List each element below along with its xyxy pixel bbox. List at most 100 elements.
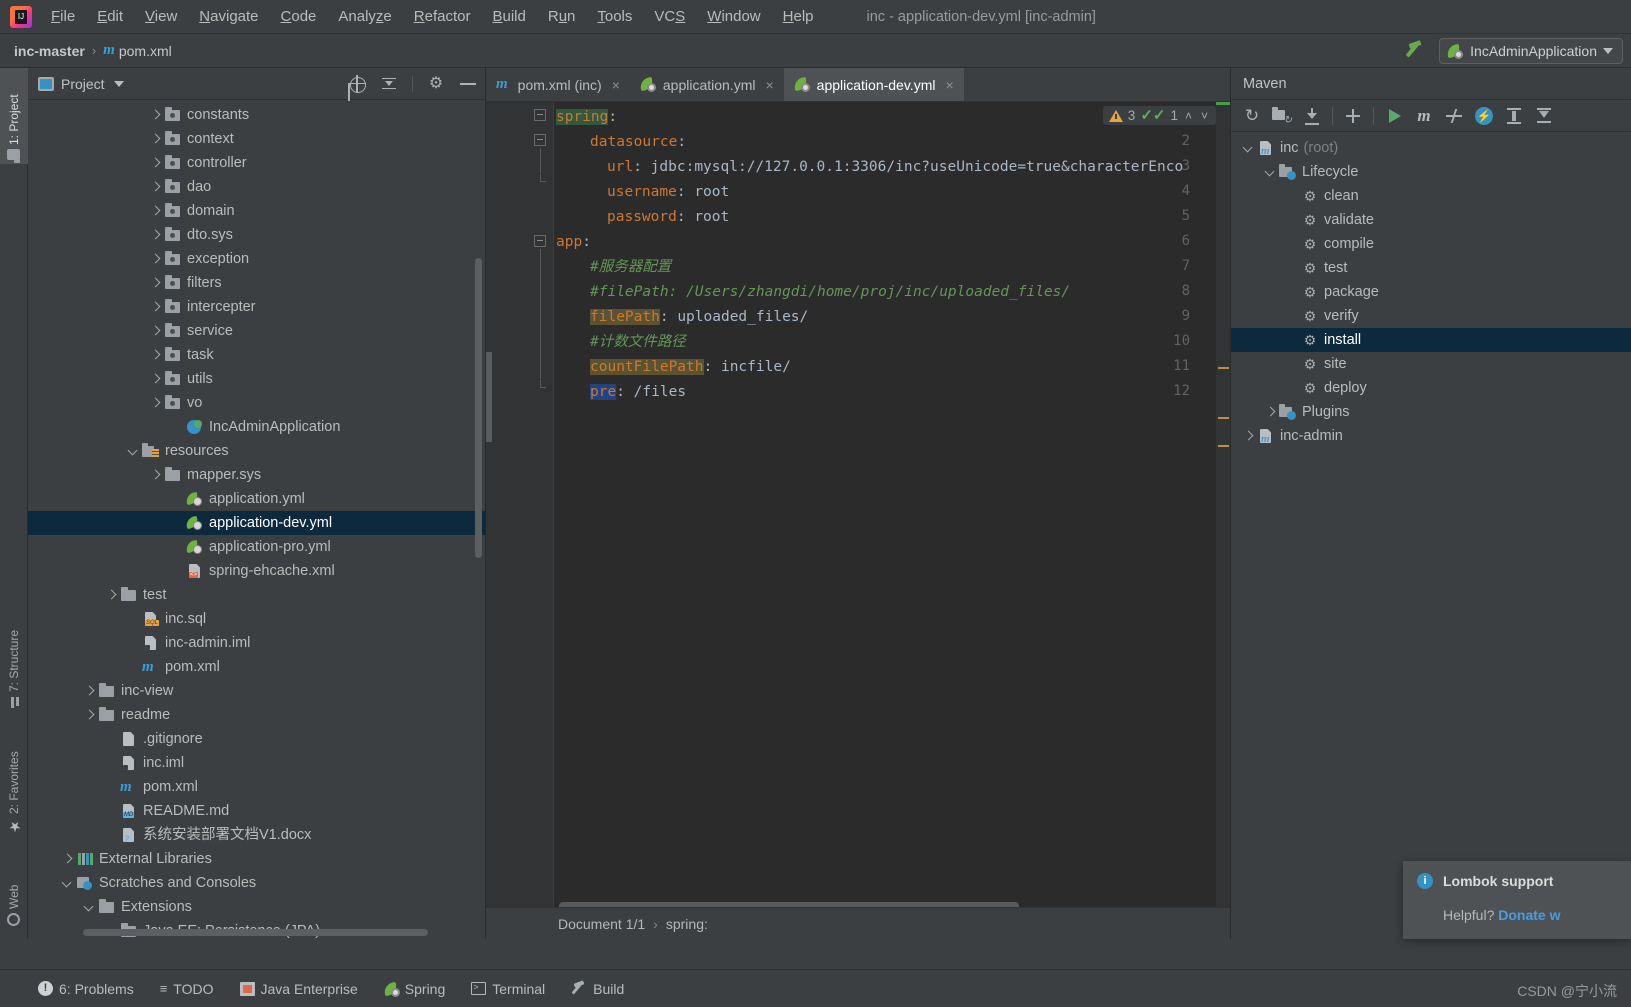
chevron-right-icon[interactable] bbox=[148, 324, 162, 338]
editor-left-scroll-indicator[interactable] bbox=[486, 352, 492, 442]
tree-item[interactable]: inc-view bbox=[28, 679, 486, 703]
tree-item[interactable]: mapper.sys bbox=[28, 463, 486, 487]
code-content[interactable]: spring: datasource: url: jdbc:mysql://127.… bbox=[556, 102, 1230, 939]
menu-item-view[interactable]: View bbox=[134, 5, 188, 28]
code-line[interactable]: pre: /files bbox=[556, 380, 686, 405]
download-sources-icon[interactable] bbox=[1297, 101, 1327, 131]
tree-item[interactable]: <> spring-ehcache.xml bbox=[28, 559, 486, 583]
code-line[interactable]: spring: bbox=[556, 105, 617, 130]
collapse-all-icon[interactable] bbox=[380, 75, 398, 93]
chevron-down-icon[interactable] bbox=[60, 876, 74, 890]
tree-item[interactable]: domain bbox=[28, 199, 486, 223]
execute-goal-run-icon[interactable] bbox=[1379, 101, 1409, 131]
chevron-right-icon[interactable] bbox=[1241, 429, 1255, 443]
menu-item-refactor[interactable]: Refactor bbox=[403, 5, 482, 28]
fold-marker-2[interactable] bbox=[534, 134, 546, 146]
maven-tree-item[interactable]: inc(root) bbox=[1231, 136, 1631, 160]
project-file-tree[interactable]: constants context controller dao domain dto.s… bbox=[28, 100, 486, 939]
tree-item[interactable]: task bbox=[28, 343, 486, 367]
expand-all-icon[interactable] bbox=[1499, 101, 1529, 131]
tree-item[interactable]: utils bbox=[28, 367, 486, 391]
run-maven-build-icon[interactable]: m bbox=[1409, 101, 1439, 131]
menu-item-navigate[interactable]: Navigate bbox=[188, 5, 269, 28]
code-line[interactable]: app: bbox=[556, 230, 591, 255]
tree-item[interactable]: m pom.xml bbox=[28, 775, 486, 799]
tree-item[interactable]: context bbox=[28, 127, 486, 151]
menu-item-vcs[interactable]: VCS bbox=[643, 5, 696, 28]
tree-item[interactable]: intercepter bbox=[28, 295, 486, 319]
tree-item[interactable]: Extensions bbox=[28, 895, 486, 919]
menu-item-run[interactable]: Run bbox=[537, 5, 587, 28]
maven-project-tree[interactable]: inc(root) Lifecycle ⚙ clean ⚙ validate ⚙ compil… bbox=[1231, 132, 1631, 448]
sidebar-tab-web[interactable]: Web bbox=[0, 858, 28, 930]
editor-body[interactable]: 123456789101112 spring:datasource:url: j… bbox=[486, 102, 1230, 939]
tree-item[interactable]: filters bbox=[28, 271, 486, 295]
chevron-down-icon[interactable] bbox=[82, 900, 96, 914]
stripe-mark[interactable] bbox=[1218, 417, 1229, 419]
code-line[interactable]: #计数文件路径 bbox=[556, 330, 686, 355]
inspection-widget[interactable]: 3 ✓✓ 1 ˄ ˅ bbox=[1102, 106, 1216, 125]
tree-item[interactable]: External Libraries bbox=[28, 847, 486, 871]
chevron-down-icon[interactable] bbox=[1263, 165, 1277, 179]
editor-gutter[interactable] bbox=[486, 102, 554, 939]
menu-item-edit[interactable]: Edit bbox=[86, 5, 134, 28]
chevron-right-icon[interactable] bbox=[148, 348, 162, 362]
editor-tab[interactable]: m pom.xml (inc) × bbox=[486, 68, 630, 101]
chevron-down-icon[interactable] bbox=[126, 444, 140, 458]
code-line[interactable]: url: jdbc:mysql://127.0.0.1:3306/inc?use… bbox=[556, 155, 1183, 180]
tree-item[interactable]: IncAdminApplication bbox=[28, 415, 486, 439]
menu-item-file[interactable]: File bbox=[40, 5, 86, 28]
chevron-right-icon[interactable] bbox=[148, 300, 162, 314]
locate-icon[interactable] bbox=[348, 74, 366, 93]
minimize-icon[interactable] bbox=[459, 75, 477, 93]
project-tree-horizontal-scrollbar[interactable] bbox=[83, 929, 428, 936]
chevron-right-icon[interactable] bbox=[148, 108, 162, 122]
add-maven-project-icon[interactable] bbox=[1338, 101, 1368, 131]
chevron-right-icon[interactable] bbox=[104, 588, 118, 602]
breadcrumb-node[interactable]: spring: bbox=[666, 916, 708, 932]
chevron-right-icon[interactable] bbox=[148, 468, 162, 482]
tree-item[interactable]: dao bbox=[28, 175, 486, 199]
toggle-offline-mode-icon[interactable] bbox=[1469, 101, 1499, 131]
collapse-all-icon[interactable] bbox=[1529, 101, 1559, 131]
gear-icon[interactable]: ⚙ bbox=[427, 75, 445, 93]
menu-item-code[interactable]: Code bbox=[270, 5, 328, 28]
reload-all-maven-projects-icon[interactable]: ↻ bbox=[1237, 101, 1267, 131]
code-line[interactable]: #服务器配置 bbox=[556, 255, 671, 280]
chevron-down-icon[interactable] bbox=[1241, 141, 1255, 155]
chevron-right-icon[interactable] bbox=[148, 276, 162, 290]
project-tree-vertical-scrollbar[interactable] bbox=[475, 258, 482, 558]
tree-item[interactable]: application.yml bbox=[28, 487, 486, 511]
maven-tree-item[interactable]: ⚙ test bbox=[1231, 256, 1631, 280]
chevron-right-icon[interactable] bbox=[148, 372, 162, 386]
code-line[interactable]: datasource: bbox=[556, 130, 686, 155]
maven-tree-item[interactable]: ⚙ clean bbox=[1231, 184, 1631, 208]
code-line[interactable]: filePath: uploaded_files/ bbox=[556, 305, 808, 330]
sidebar-tab-project[interactable]: 1: Project bbox=[0, 68, 28, 164]
status-item-terminal[interactable]: Terminal bbox=[471, 981, 545, 997]
editor-tab[interactable]: application.yml × bbox=[630, 68, 784, 101]
tree-item[interactable]: Scratches and Consoles bbox=[28, 871, 486, 895]
menu-item-tools[interactable]: Tools bbox=[586, 5, 643, 28]
maven-tree-item[interactable]: ⚙ verify bbox=[1231, 304, 1631, 328]
tree-item[interactable]: service bbox=[28, 319, 486, 343]
tree-item[interactable]: ⊘ .gitignore bbox=[28, 727, 486, 751]
maven-tree-item[interactable]: ⚙ site bbox=[1231, 352, 1631, 376]
tree-item[interactable]: test bbox=[28, 583, 486, 607]
maven-tree-item[interactable]: ⚙ package bbox=[1231, 280, 1631, 304]
run-configuration-selector[interactable]: IncAdminApplication bbox=[1439, 38, 1623, 64]
editor-tab[interactable]: application-dev.yml × bbox=[783, 68, 964, 101]
chevron-right-icon[interactable] bbox=[148, 204, 162, 218]
chevron-right-icon[interactable] bbox=[82, 684, 96, 698]
lombok-support-notification[interactable]: i Lombok support Helpful? Donate w bbox=[1403, 861, 1631, 939]
maven-tree-item[interactable]: Lifecycle bbox=[1231, 160, 1631, 184]
menu-item-help[interactable]: Help bbox=[772, 5, 825, 28]
maven-tree-item[interactable]: ⚙ compile bbox=[1231, 232, 1631, 256]
menu-item-window[interactable]: Window bbox=[696, 5, 771, 28]
tree-item[interactable]: controller bbox=[28, 151, 486, 175]
status-item-problems[interactable]: ! 6: Problems bbox=[38, 981, 134, 997]
breadcrumb-item-file[interactable]: pom.xml bbox=[119, 43, 172, 59]
toggle-skip-tests-icon[interactable] bbox=[1439, 101, 1469, 131]
next-problem-icon[interactable]: ˅ bbox=[1199, 109, 1210, 123]
maven-tree-item[interactable]: inc-admin bbox=[1231, 424, 1631, 448]
